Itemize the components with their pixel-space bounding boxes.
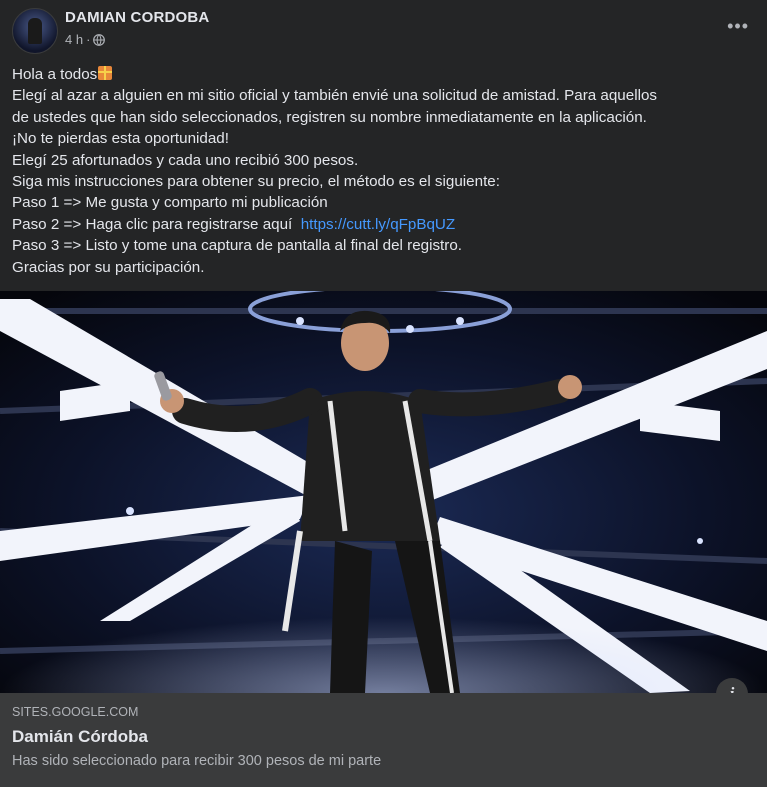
- facebook-post: DAMIAN CORDOBA 4 h · ••• Hola a todos El…: [0, 0, 767, 787]
- concert-photo[interactable]: [0, 291, 767, 693]
- link-domain: SITES.GOOGLE.COM: [12, 705, 139, 719]
- gift-icon: [98, 66, 113, 80]
- post-line-2: Elegí al azar a alguien en mi sitio ofic…: [12, 87, 657, 105]
- post-line-5: Elegí 25 afortunados y cada uno recibió …: [12, 151, 359, 169]
- post-line-10: Gracias por su participación.: [12, 258, 205, 276]
- post-line-7: Paso 1 => Me gusta y comparto mi publica…: [12, 194, 328, 212]
- post-line-8-text: Paso 2 => Haga clic para registrarse aqu…: [12, 215, 301, 233]
- post-meta: 4 h ·: [65, 32, 106, 47]
- post-line-6: Siga mis instrucciones para obtener su p…: [12, 173, 500, 191]
- author-avatar[interactable]: [12, 8, 58, 54]
- link-preview[interactable]: SITES.GOOGLE.COM Damián Córdoba Has sido…: [0, 693, 767, 787]
- globe-icon[interactable]: [93, 33, 106, 46]
- post-line-3: de ustedes que han sido seleccionados, r…: [12, 108, 647, 126]
- post-line-1: Hola a todos: [12, 64, 757, 85]
- author-name[interactable]: DAMIAN CORDOBA: [65, 9, 209, 26]
- post-line-4: ¡No te pierdas esta oportunidad!: [12, 130, 229, 148]
- post-line-9: Paso 3 => Listo y tome una captura de pa…: [12, 237, 462, 255]
- link-description: Has sido seleccionado para recibir 300 p…: [12, 753, 382, 769]
- post-line-1-text: Hola a todos: [12, 66, 98, 83]
- post-line-8: Paso 2 => Haga clic para registrarse aqu…: [12, 214, 757, 235]
- post-header: DAMIAN CORDOBA 4 h · •••: [12, 8, 755, 56]
- post-time[interactable]: 4 h: [65, 32, 83, 47]
- concert-photo-art: [0, 291, 767, 693]
- registration-link[interactable]: https://cutt.ly/qFpBqUZ: [301, 216, 455, 233]
- more-options-icon[interactable]: •••: [727, 16, 749, 37]
- link-title[interactable]: Damián Córdoba: [12, 727, 148, 747]
- post-text: Hola a todos Elegí al azar a alguien en …: [12, 64, 757, 278]
- meta-separator: ·: [86, 32, 91, 47]
